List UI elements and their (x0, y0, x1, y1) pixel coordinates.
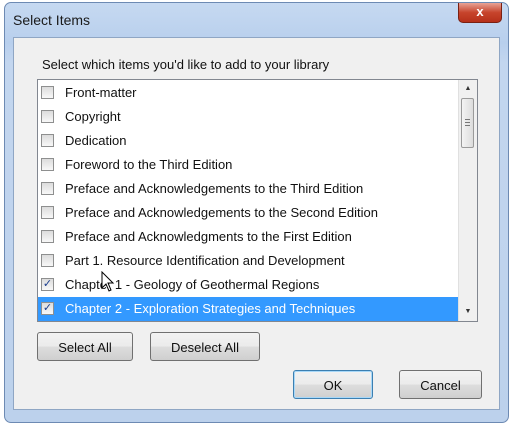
list-item-label: Part 1. Resource Identification and Deve… (65, 253, 345, 268)
checkbox-unchecked[interactable] (41, 182, 54, 195)
mouse-pointer-icon (101, 271, 115, 292)
list-item[interactable]: Preface and Acknowledgments to the First… (38, 225, 459, 249)
ok-button[interactable]: OK (293, 370, 373, 399)
grip-line (465, 125, 470, 126)
checkbox-unchecked[interactable] (41, 230, 54, 243)
vertical-scrollbar[interactable]: ▲ ▼ (458, 80, 477, 321)
scroll-thumb[interactable] (461, 98, 474, 148)
list-item[interactable]: Foreword to the Third Edition (38, 153, 459, 177)
list-item-label: Preface and Acknowledgments to the First… (65, 229, 352, 244)
select-all-button[interactable]: Select All (37, 332, 133, 361)
checkbox-unchecked[interactable] (41, 110, 54, 123)
list-item-label: Front-matter (65, 85, 137, 100)
list-item-label: Chapter 3 - Geothermal Well Drilling (65, 321, 274, 322)
list-item-label: Preface and Acknowledgements to the Seco… (65, 205, 378, 220)
list-item-label: Chapter 2 - Exploration Strategies and T… (65, 301, 356, 316)
checkbox-unchecked[interactable] (41, 86, 54, 99)
list-item[interactable]: Preface and Acknowledgements to the Seco… (38, 201, 459, 225)
checkbox-unchecked[interactable] (41, 134, 54, 147)
list-item-label: Dedication (65, 133, 127, 148)
list-item[interactable]: ✓ Chapter 2 - Exploration Strategies and … (38, 297, 459, 321)
close-icon: x (476, 4, 484, 19)
instruction-text: Select which items you'd like to add to … (42, 57, 330, 72)
scroll-down-arrow-icon[interactable]: ▼ (459, 303, 477, 321)
list-item[interactable]: Dedication (38, 129, 459, 153)
checkbox-checked[interactable]: ✓ (41, 302, 54, 315)
list-item-label: Copyright (65, 109, 121, 124)
cancel-button[interactable]: Cancel (399, 370, 482, 399)
list-item[interactable]: Copyright (38, 105, 459, 129)
checkbox-checked[interactable]: ✓ (41, 278, 54, 291)
deselect-all-button[interactable]: Deselect All (150, 332, 260, 361)
list-item[interactable]: Preface and Acknowledgements to the Thir… (38, 177, 459, 201)
close-button[interactable]: x (458, 3, 502, 23)
checkbox-unchecked[interactable] (41, 158, 54, 171)
list-item[interactable]: Front-matter (38, 81, 459, 105)
dialog-title: Select Items (13, 12, 91, 28)
list-item[interactable]: Part 1. Resource Identification and Deve… (38, 249, 459, 273)
select-items-dialog: Select Items x Select which items you'd … (4, 2, 509, 423)
grip-line (465, 122, 470, 123)
list-item-label: Foreword to the Third Edition (65, 157, 233, 172)
scroll-up-arrow-icon[interactable]: ▲ (459, 80, 477, 98)
grip-line (465, 119, 470, 120)
list-item[interactable]: Chapter 3 - Geothermal Well Drilling (38, 321, 459, 322)
dialog-body: Select which items you'd like to add to … (13, 37, 500, 410)
checkbox-unchecked[interactable] (41, 254, 54, 267)
list-item-label: Preface and Acknowledgements to the Thir… (65, 181, 364, 196)
title-bar: Select Items x (5, 3, 508, 37)
checkbox-unchecked[interactable] (41, 206, 54, 219)
